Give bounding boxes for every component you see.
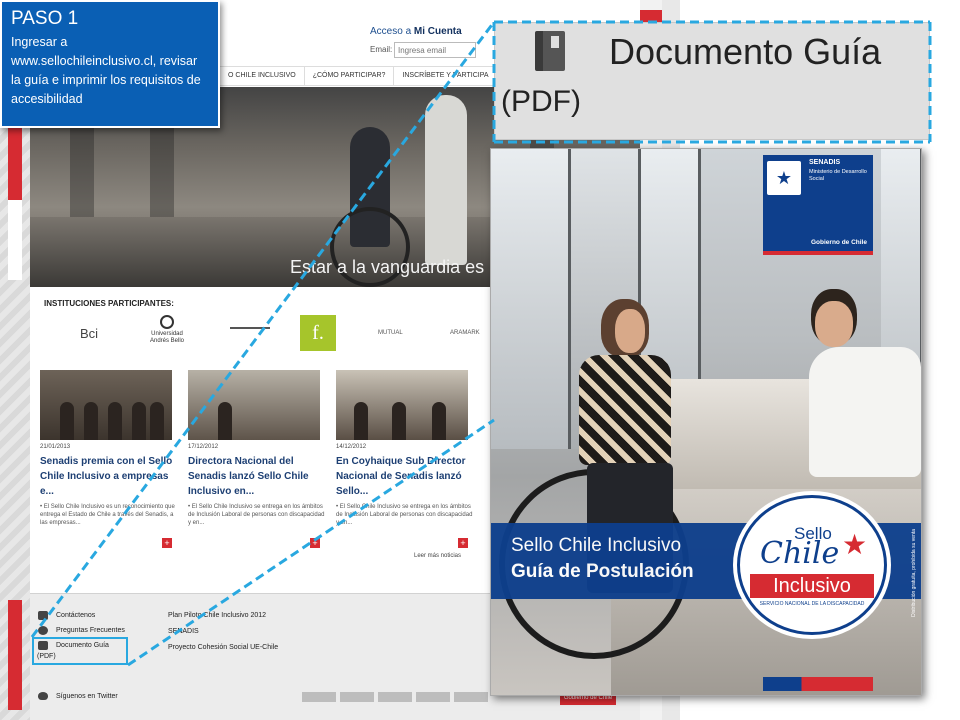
senadis-name: SENADIS	[809, 159, 841, 166]
footer-faq-label: Preguntas Frecuentes	[56, 627, 125, 634]
cover-background	[491, 149, 571, 449]
news-photo	[188, 370, 320, 440]
question-icon	[38, 626, 48, 635]
cover-title: Sello Chile Inclusivo	[511, 535, 682, 556]
news-date: 21/01/2013	[40, 444, 71, 450]
cover-man-photo	[791, 289, 921, 489]
nav-item-sello[interactable]: O CHILE INCLUSIVO	[220, 67, 305, 85]
senadis-logo: ★ SENADIS Ministerio de Desarrollo Socia…	[763, 155, 873, 251]
mutual-logo-text: MUTUAL	[378, 330, 403, 336]
star-icon: ★	[842, 529, 868, 560]
step-text: Ingresar a www.sellochileinclusivo.cl, r…	[11, 35, 201, 106]
email-input[interactable]	[394, 42, 476, 58]
news-card[interactable]: 14/12/2012 En Coyhaique Sub Director Nac…	[336, 370, 474, 548]
nav-item-como-participar[interactable]: ¿CÓMO PARTICIPAR?	[305, 67, 395, 85]
news-more-button[interactable]: +	[458, 538, 468, 548]
gobierno-name: Gobierno de Chile	[811, 239, 867, 246]
hero-man-photo	[425, 95, 467, 265]
institutions-logos: Bci Universidad Andrés Bello f. MUTUAL A…	[70, 315, 530, 351]
news-card[interactable]: 21/01/2013 Senadis premia con el Sello C…	[40, 370, 178, 548]
account-access-link[interactable]: Mi Cuenta	[414, 26, 462, 37]
footer-twitter[interactable]: Síguenos en Twitter	[38, 692, 118, 700]
ministerio-name: Ministerio de Desarrollo Social	[809, 169, 867, 182]
step-callout: PASO 1 Ingresar a www.sellochileinclusiv…	[0, 0, 220, 128]
account-access-prefix: Acceso a	[370, 26, 412, 37]
book-icon	[535, 31, 565, 71]
hero-tagline: Estar a la vanguardia es	[290, 257, 485, 277]
aramark-logo[interactable]: ARAMARK	[450, 315, 480, 351]
bci-logo[interactable]: Bci	[80, 315, 98, 351]
news-title[interactable]: En Coyhaique Sub Director Nacional de Se…	[336, 454, 474, 499]
guide-cover-image: ★ SENADIS Ministerio de Desarrollo Socia…	[490, 148, 922, 696]
news-date: 17/12/2012	[188, 444, 219, 450]
red-accent-stripe	[8, 120, 22, 280]
document-guide-zoom: Documento Guía (PDF)	[494, 22, 930, 140]
news-body: • El Sello Chile Inclusivo es un reconoc…	[40, 504, 175, 526]
cover-flag-bar	[763, 677, 873, 691]
falabella-logo-text: f.	[312, 321, 324, 344]
zoom-pdf-label: (PDF)	[501, 85, 581, 118]
news-date: 14/12/2012	[336, 444, 367, 450]
sello-chile-inclusivo-seal: Sello Chile ★ Inclusivo SERVICIO NACIONA…	[737, 495, 887, 635]
email-label: Email:	[370, 45, 393, 54]
twitter-icon	[38, 692, 48, 700]
institutions-title: INSTITUCIONES PARTICIPANTES:	[44, 299, 174, 308]
cover-subtitle: Guía de Postulación	[511, 561, 694, 582]
partner-logo-small[interactable]	[230, 315, 270, 351]
news-photo	[40, 370, 172, 440]
mail-icon	[38, 611, 48, 620]
cover-side-note: Distribución gratuita, prohibida su vent…	[911, 529, 917, 617]
news-body: • El Sello Chile Inclusivo se entrega en…	[336, 504, 473, 526]
w3c-badges	[302, 692, 488, 702]
account-access[interactable]: Acceso a Mi Cuenta	[370, 26, 462, 37]
footer-contact-label: Contáctenos	[56, 612, 96, 619]
bci-logo-text: Bci	[80, 325, 99, 341]
falabella-logo[interactable]: f.	[300, 315, 336, 351]
step-title: PASO 1	[11, 8, 79, 29]
footer-contact[interactable]: Contáctenos	[38, 608, 125, 623]
footer-plan-piloto[interactable]: Plan Piloto Chile Inclusivo 2012	[168, 608, 278, 624]
footer-cohesion[interactable]: Proyecto Cohesión Social UE-Chile	[168, 640, 278, 656]
news-title[interactable]: Directora Nacional del Senadis lanzó Sel…	[188, 454, 326, 499]
red-accent-stripe-bottom	[8, 600, 22, 710]
seal-senadis: SERVICIO NACIONAL DE LA DISCAPACIDAD	[759, 601, 865, 607]
news-photo	[336, 370, 468, 440]
chile-coat-of-arms-icon: ★	[767, 161, 801, 195]
zoom-doc-label: Documento Guía	[609, 31, 882, 72]
aramark-logo-text: ARAMARK	[450, 330, 480, 336]
footer-column-2: Plan Piloto Chile Inclusivo 2012 SENADIS…	[168, 608, 278, 656]
news-card[interactable]: 17/12/2012 Directora Nacional del Senadi…	[188, 370, 326, 548]
seal-inclusivo: Inclusivo	[750, 574, 874, 598]
document-guide-highlight	[32, 637, 128, 665]
mutual-logo[interactable]: MUTUAL	[378, 315, 403, 351]
footer-faq[interactable]: Preguntas Frecuentes	[38, 623, 125, 638]
read-more-news-link[interactable]: Leer más noticias	[414, 553, 461, 559]
news-more-button[interactable]: +	[310, 538, 320, 548]
news-body: • El Sello Chile Inclusivo se entrega en…	[188, 504, 325, 526]
footer-senadis[interactable]: SENADIS	[168, 624, 278, 640]
footer-twitter-label: Síguenos en Twitter	[56, 692, 118, 700]
seal-chile: Chile	[760, 536, 840, 571]
unab-logo-text: Universidad Andrés Bello	[149, 331, 185, 344]
news-title[interactable]: Senadis premia con el Sello Chile Inclus…	[40, 454, 178, 499]
unab-logo[interactable]: Universidad Andrés Bello	[145, 315, 189, 351]
news-more-button[interactable]: +	[162, 538, 172, 548]
nav-item-inscribete[interactable]: INSCRÍBETE Y PARTICIPA	[394, 67, 498, 85]
